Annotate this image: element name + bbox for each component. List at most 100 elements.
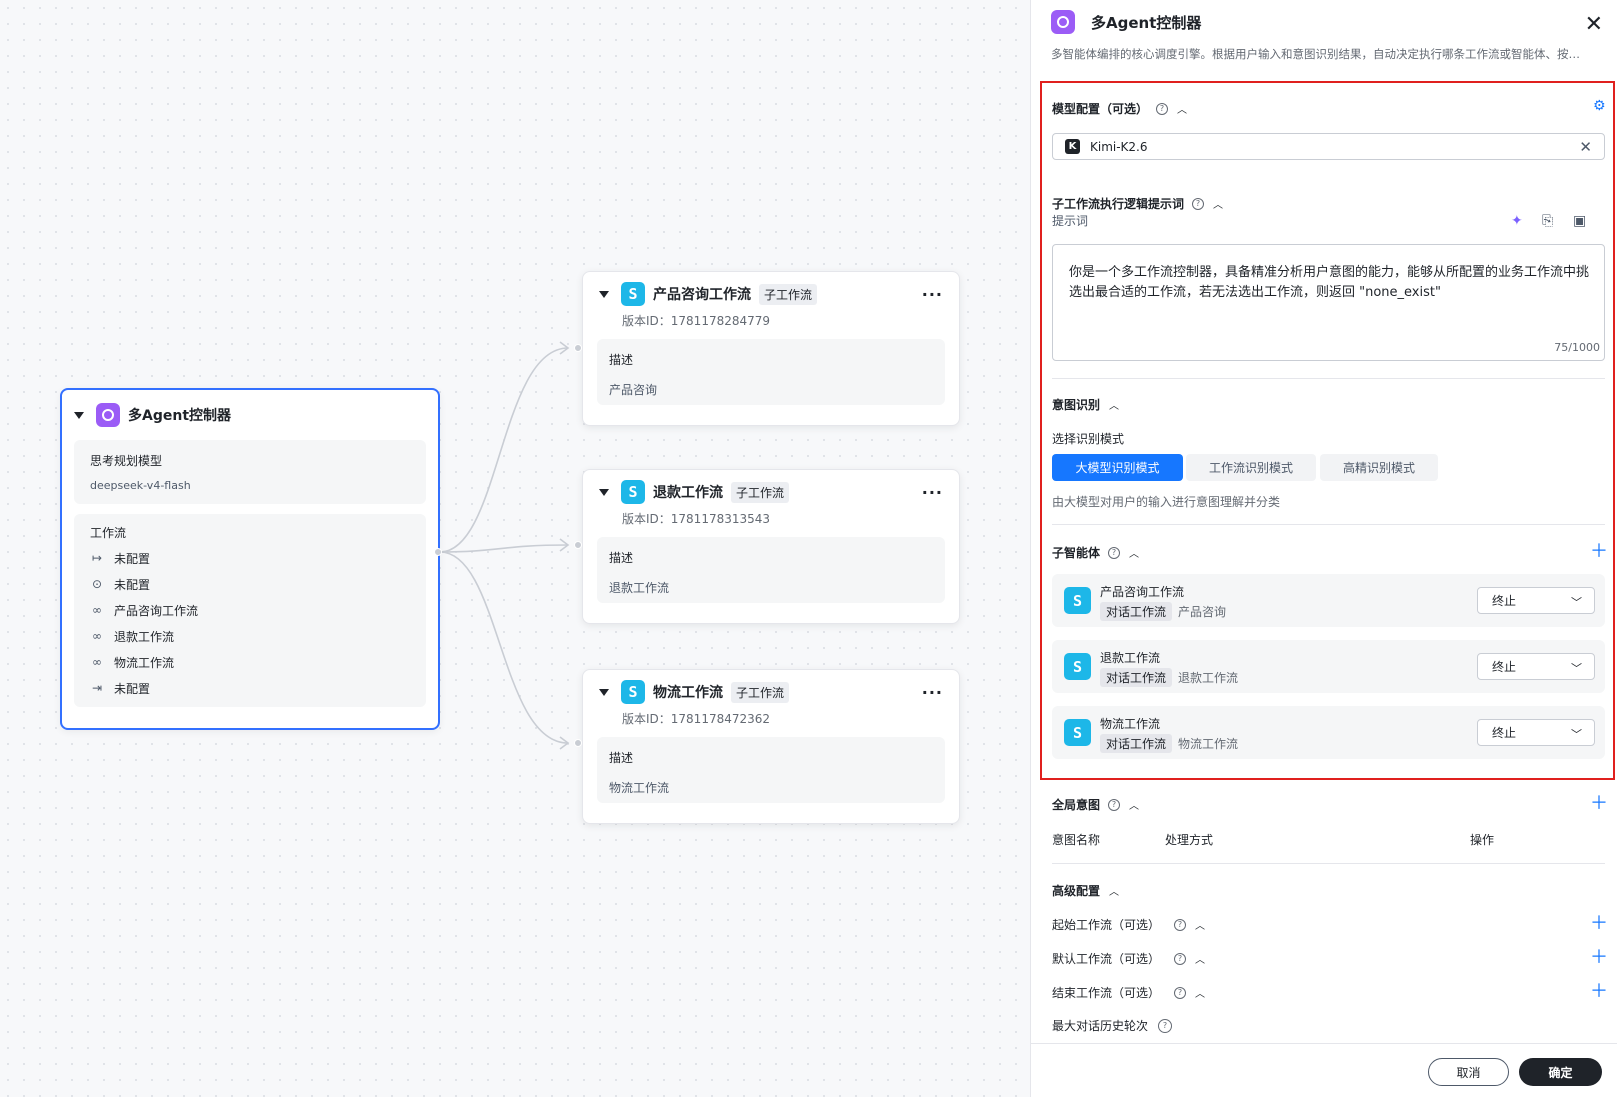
chevron-up-icon[interactable]: ︿ bbox=[1177, 101, 1187, 116]
edge-refund bbox=[439, 544, 569, 553]
global-intent-section-label: 全局意图 bbox=[1052, 798, 1101, 812]
prompt-section-title[interactable]: 子工作流执行逻辑提示词 ? ︿ bbox=[1052, 195, 1223, 212]
sub-node-logistics[interactable]: S 物流工作流 子工作流 ··· 版本ID：1781178472362 描述 物… bbox=[582, 669, 960, 824]
chevron-up-icon[interactable]: ︿ bbox=[1195, 985, 1205, 1000]
end-workflow-row[interactable]: 结束工作流（可选） ? ︿ bbox=[1052, 984, 1205, 1001]
sub-node-desc-block: 描述 物流工作流 bbox=[597, 737, 945, 803]
controller-output-port[interactable] bbox=[434, 548, 442, 556]
workflow-icon: S bbox=[1064, 587, 1091, 614]
mode-precise-button[interactable]: 高精识别模式 bbox=[1320, 454, 1438, 481]
sub-node-title: 物流工作流 bbox=[653, 685, 723, 701]
chevron-up-icon[interactable]: ︿ bbox=[1213, 196, 1223, 211]
sub-agent-action-select[interactable]: 终止 ﹀ bbox=[1477, 587, 1595, 614]
workflow-block: 工作流 ↦ 未配置 ⊙ 未配置 ∞ 产品咨询工作流 ∞ 退款工作流 ∞ 物流工作流 ⇥ 未配… bbox=[74, 514, 426, 707]
sub-node-product[interactable]: S 产品咨询工作流 子工作流 ··· 版本ID：1781178284779 描述… bbox=[582, 271, 960, 426]
sub-agent-name: 退款工作流 bbox=[1100, 651, 1161, 665]
clear-icon[interactable]: ✕ bbox=[1579, 138, 1592, 156]
help-icon[interactable]: ? bbox=[1174, 918, 1187, 931]
sub-agent-name: 物流工作流 bbox=[1100, 717, 1161, 731]
sub-node-version: 版本ID：1781178313543 bbox=[622, 512, 771, 526]
arrow-to-end-icon: ⇥ bbox=[91, 681, 103, 695]
sub-agents-section-label: 子智能体 bbox=[1052, 546, 1101, 560]
model-section-title[interactable]: 模型配置（可选） ? ︿ bbox=[1052, 100, 1187, 117]
model-select-value: Kimi-K2.6 bbox=[1090, 139, 1148, 154]
input-port[interactable] bbox=[574, 739, 582, 747]
collapse-caret-icon[interactable] bbox=[599, 290, 609, 298]
start-workflow-row[interactable]: 起始工作流（可选） ? ︿ bbox=[1052, 916, 1205, 933]
settings-gear-icon[interactable]: ⚙ bbox=[1593, 98, 1606, 114]
add-end-workflow-icon[interactable]: ＋ bbox=[1590, 977, 1608, 1003]
mode-label: 选择识别模式 bbox=[1052, 432, 1125, 446]
more-icon[interactable]: ··· bbox=[922, 483, 943, 502]
chevron-up-icon[interactable]: ︿ bbox=[1109, 883, 1119, 898]
chevron-down-icon: ﹀ bbox=[1571, 596, 1582, 609]
chevron-up-icon[interactable]: ︿ bbox=[1195, 951, 1205, 966]
ai-sparkle-icon[interactable]: ✦ bbox=[1511, 213, 1523, 229]
controller-node-title: 多Agent控制器 bbox=[128, 408, 232, 424]
workflow-icon: S bbox=[621, 680, 645, 704]
edge-arrow-1 bbox=[559, 341, 570, 355]
add-start-workflow-icon[interactable]: ＋ bbox=[1590, 909, 1608, 935]
chevron-up-icon[interactable]: ︿ bbox=[1129, 545, 1139, 560]
workflow-item: ↦ 未配置 bbox=[90, 545, 410, 571]
sub-agent-tag: 对话工作流 bbox=[1100, 602, 1173, 621]
collapse-caret-icon[interactable] bbox=[599, 688, 609, 696]
mode-workflow-button[interactable]: 工作流识别模式 bbox=[1186, 454, 1316, 481]
global-intent-section-title[interactable]: 全局意图 ? ︿ bbox=[1052, 796, 1139, 813]
panel-header: 多Agent控制器 ✕ 多智能体编排的核心调度引擎。根据用户输入和意图识别结果，… bbox=[1031, 0, 1617, 75]
prompt-label: 提示词 bbox=[1052, 214, 1089, 228]
help-icon[interactable]: ? bbox=[1108, 798, 1121, 811]
panel-subtitle: 多智能体编排的核心调度引擎。根据用户输入和意图识别结果，自动决定执行哪条工作流或… bbox=[1051, 47, 1580, 61]
sub-node-title: 产品咨询工作流 bbox=[653, 287, 751, 303]
sub-node-refund[interactable]: S 退款工作流 子工作流 ··· 版本ID：1781178313543 描述 退… bbox=[582, 469, 960, 624]
confirm-button[interactable]: 确定 bbox=[1519, 1058, 1602, 1086]
sub-agent-tag: 对话工作流 bbox=[1100, 734, 1173, 753]
sub-agent-action-value: 终止 bbox=[1492, 726, 1517, 740]
prompt-textarea[interactable]: 你是一个多工作流控制器，具备精准分析用户意图的能力，能够从所配置的业务工作流中挑… bbox=[1052, 244, 1605, 361]
controller-node[interactable]: 多Agent控制器 思考规划模型 deepseek-v4-flash 工作流 ↦… bbox=[60, 388, 440, 730]
collapse-caret-icon[interactable] bbox=[74, 411, 84, 419]
agent-controller-icon bbox=[96, 403, 120, 427]
sub-agent-row: S 物流工作流 对话工作流 物流工作流 终止 ﹀ bbox=[1052, 706, 1605, 759]
input-port[interactable] bbox=[574, 541, 582, 549]
edge-arrow-3 bbox=[559, 736, 570, 750]
add-sub-agent-icon[interactable]: ＋ bbox=[1590, 537, 1608, 563]
advanced-section-title[interactable]: 高级配置 ︿ bbox=[1052, 882, 1119, 899]
help-icon[interactable]: ? bbox=[1108, 546, 1121, 559]
collapse-caret-icon[interactable] bbox=[599, 488, 609, 496]
sub-agents-section-title[interactable]: 子智能体 ? ︿ bbox=[1052, 544, 1139, 561]
more-icon[interactable]: ··· bbox=[922, 683, 943, 702]
sub-agent-action-select[interactable]: 终止 ﹀ bbox=[1477, 653, 1595, 680]
help-icon[interactable]: ? bbox=[1192, 197, 1205, 210]
model-section-label: 模型配置（可选） bbox=[1052, 102, 1149, 116]
default-workflow-label: 默认工作流（可选） bbox=[1052, 952, 1161, 966]
sub-agent-name: 产品咨询工作流 bbox=[1100, 585, 1185, 599]
template-icon[interactable]: ⎘ bbox=[1542, 213, 1553, 229]
sub-node-title: 退款工作流 bbox=[653, 485, 723, 501]
default-workflow-row[interactable]: 默认工作流（可选） ? ︿ bbox=[1052, 950, 1205, 967]
workflow-icon: S bbox=[1064, 719, 1091, 746]
help-icon[interactable]: ? bbox=[1156, 102, 1169, 115]
intent-section-title[interactable]: 意图识别 ︿ bbox=[1052, 396, 1119, 413]
close-icon[interactable]: ✕ bbox=[1585, 12, 1603, 37]
help-icon[interactable]: ? bbox=[1174, 952, 1187, 965]
chevron-up-icon[interactable]: ︿ bbox=[1129, 797, 1139, 812]
mode-llm-button[interactable]: 大模型识别模式 bbox=[1052, 454, 1183, 481]
help-icon[interactable]: ? bbox=[1174, 986, 1187, 999]
workflow-item: ∞ 退款工作流 bbox=[90, 623, 410, 649]
prompt-text: 你是一个多工作流控制器，具备精准分析用户意图的能力，能够从所配置的业务工作流中挑… bbox=[1069, 265, 1590, 300]
add-default-workflow-icon[interactable]: ＋ bbox=[1590, 943, 1608, 969]
sub-agent-action-select[interactable]: 终止 ﹀ bbox=[1477, 719, 1595, 746]
chevron-up-icon[interactable]: ︿ bbox=[1109, 397, 1119, 412]
input-port[interactable] bbox=[574, 344, 582, 352]
help-icon[interactable]: ? bbox=[1158, 1018, 1173, 1033]
desc-value: 产品咨询 bbox=[609, 383, 658, 397]
chevron-up-icon[interactable]: ︿ bbox=[1195, 917, 1205, 932]
divider bbox=[1052, 378, 1605, 379]
save-icon[interactable]: ▣ bbox=[1573, 213, 1586, 229]
workflow-canvas[interactable]: 多Agent控制器 思考规划模型 deepseek-v4-flash 工作流 ↦… bbox=[0, 0, 1030, 1097]
model-select[interactable]: K Kimi-K2.6 ✕ bbox=[1052, 133, 1605, 160]
cancel-button[interactable]: 取消 bbox=[1428, 1058, 1509, 1086]
more-icon[interactable]: ··· bbox=[922, 285, 943, 304]
add-global-intent-icon[interactable]: ＋ bbox=[1590, 789, 1608, 815]
